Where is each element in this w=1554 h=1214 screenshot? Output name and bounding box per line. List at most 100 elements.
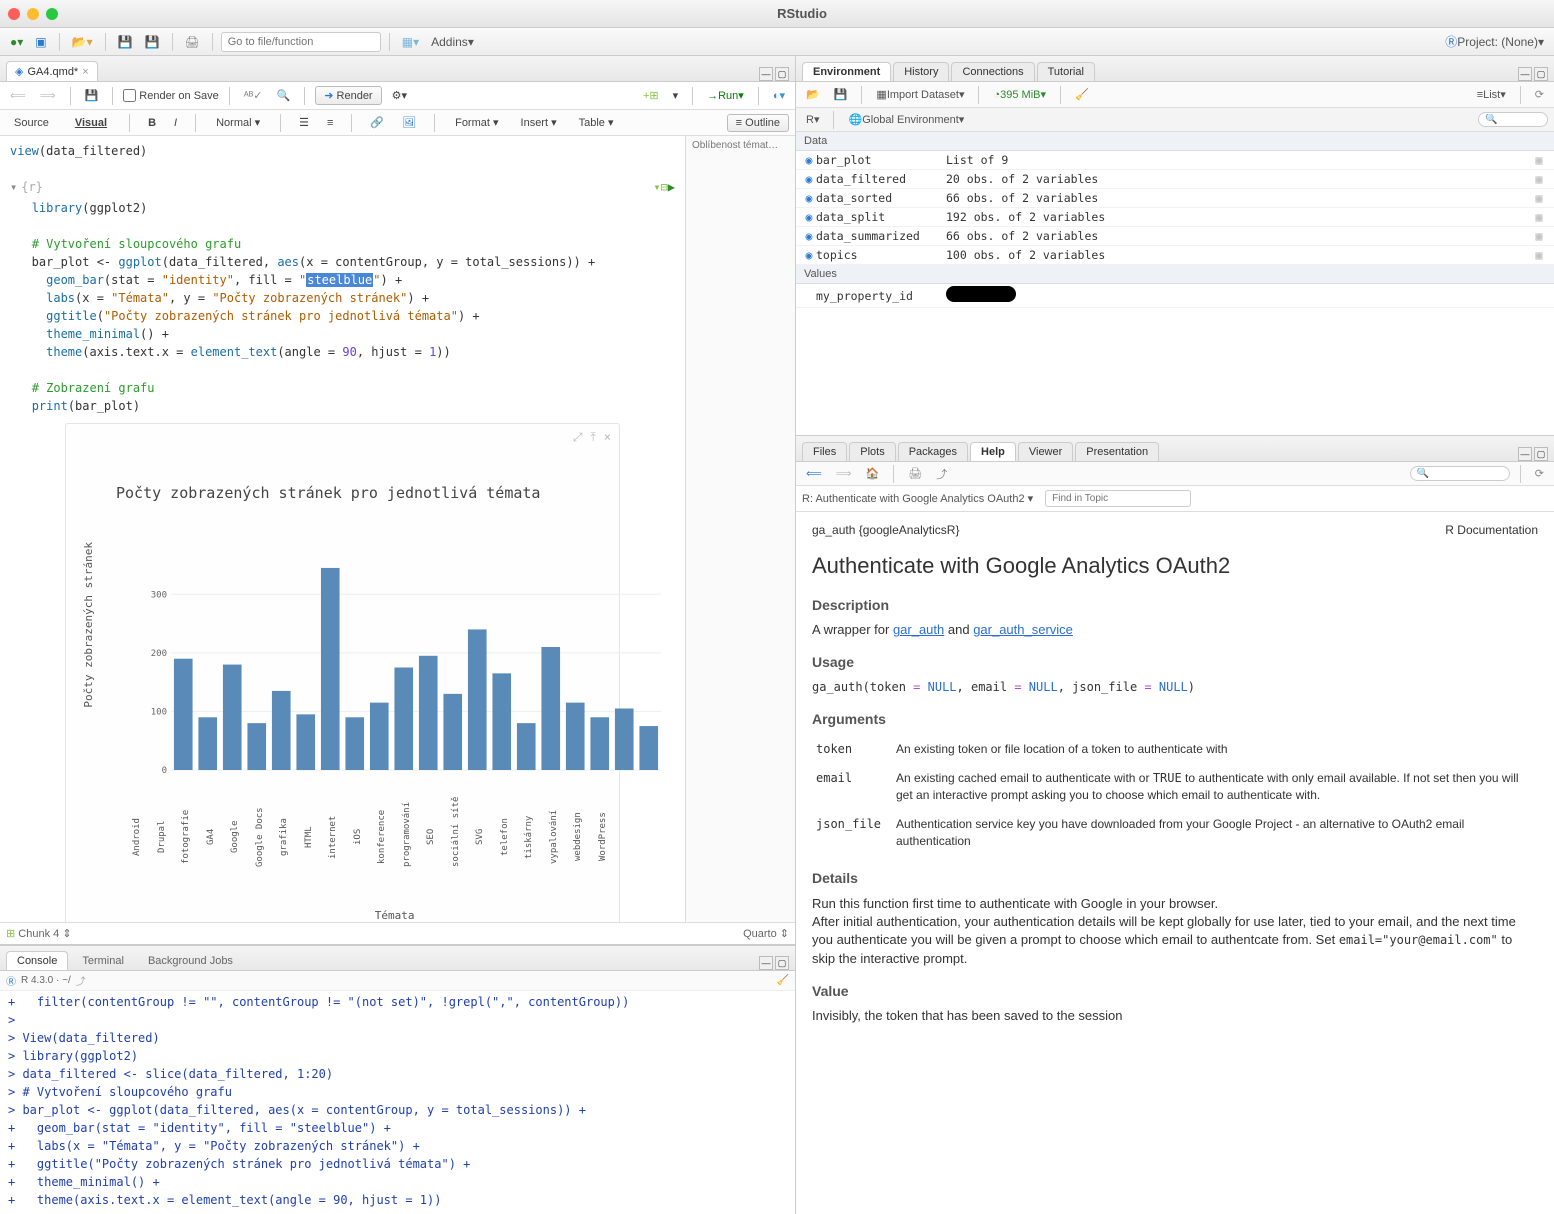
- table-menu[interactable]: Table ▾: [573, 114, 620, 131]
- grid-icon[interactable]: ▦▾: [398, 33, 423, 51]
- minimize-window-icon[interactable]: [27, 8, 39, 20]
- help-topic-dropdown[interactable]: R: Authenticate with Google Analytics OA…: [802, 492, 1033, 505]
- source-maximize-icon[interactable]: ▢: [775, 67, 789, 81]
- env-row[interactable]: ◉data_summarized66 obs. of 2 variables▦: [796, 227, 1554, 246]
- chunk-selector[interactable]: Chunk 4 ⇕: [18, 927, 71, 940]
- spellcheck-icon[interactable]: ᴬᴮ✓: [240, 87, 267, 104]
- load-ws-icon[interactable]: 📂: [802, 86, 824, 103]
- fwd-arrow-icon[interactable]: ⟹: [36, 87, 60, 104]
- tab-tutorial[interactable]: Tutorial: [1037, 62, 1095, 81]
- source-minimize-icon[interactable]: —: [759, 67, 773, 81]
- find-icon[interactable]: 🔍: [273, 87, 295, 104]
- view-table-icon[interactable]: ▦: [1530, 248, 1548, 262]
- italic-icon[interactable]: I: [170, 115, 181, 131]
- publish-icon[interactable]: ◐▾: [769, 87, 789, 104]
- console-minimize-icon[interactable]: —: [759, 956, 773, 970]
- tab-connections[interactable]: Connections: [951, 62, 1034, 81]
- close-tab-icon[interactable]: ×: [82, 66, 88, 78]
- code-editor[interactable]: view(data_filtered) ▾{r}▾⊟ ▶ library(ggp…: [0, 136, 685, 922]
- help-popout-icon[interactable]: ⤴: [932, 464, 951, 484]
- help-back-icon[interactable]: ⟸: [802, 465, 826, 482]
- plot-zoomout-icon[interactable]: ⤢: [573, 428, 583, 446]
- format-menu[interactable]: Format ▾: [449, 114, 504, 131]
- render-button[interactable]: ➜ Render: [315, 86, 381, 105]
- chunk-menu-icon[interactable]: ▾: [669, 87, 683, 104]
- help-search-input[interactable]: [1410, 466, 1510, 481]
- insert-menu[interactable]: Insert ▾: [515, 114, 563, 131]
- view-table-icon[interactable]: ▦: [1530, 153, 1548, 167]
- plot-popout-icon[interactable]: ⤒: [590, 428, 595, 446]
- chunk-add-icon[interactable]: +⊞: [639, 87, 663, 104]
- tab-presentation[interactable]: Presentation: [1075, 442, 1159, 461]
- addins-menu[interactable]: Addins ▾: [427, 33, 478, 51]
- open-file-icon[interactable]: 📂▾: [68, 33, 97, 51]
- help-fwd-icon[interactable]: ⟹: [832, 465, 856, 482]
- import-dataset-menu[interactable]: ▦ Import Dataset ▾: [872, 86, 968, 103]
- list-bullet-icon[interactable]: ☰: [295, 114, 313, 131]
- env-row[interactable]: ◉bar_plotList of 9▦: [796, 151, 1554, 170]
- run-button[interactable]: →Run ▾: [703, 87, 748, 104]
- list-view-menu[interactable]: ≡ List ▾: [1473, 86, 1510, 103]
- link-gar-auth[interactable]: gar_auth: [893, 622, 944, 637]
- tab-files[interactable]: Files: [802, 442, 847, 461]
- render-options-dropdown[interactable]: ⚙▾: [388, 87, 411, 104]
- maximize-window-icon[interactable]: [46, 8, 58, 20]
- tab-viewer[interactable]: Viewer: [1018, 442, 1073, 461]
- env-row[interactable]: my_property_id: [796, 284, 1554, 308]
- mode-source[interactable]: Source: [6, 114, 57, 132]
- tab-history[interactable]: History: [893, 62, 949, 81]
- link-icon[interactable]: 🔗: [366, 114, 388, 131]
- broom-icon[interactable]: 🧹: [1071, 86, 1093, 103]
- save-ws-icon[interactable]: 💾: [830, 86, 852, 103]
- chunk-run-above-icon[interactable]: ▾⊟: [653, 178, 667, 196]
- save-icon[interactable]: 💾: [114, 33, 137, 51]
- view-table-icon[interactable]: ▦: [1530, 191, 1548, 205]
- style-dropdown[interactable]: Normal ▾: [210, 114, 266, 131]
- scope-menu[interactable]: 🌐 Global Environment ▾: [844, 111, 968, 128]
- tab-terminal[interactable]: Terminal: [72, 952, 134, 970]
- plot-close-icon[interactable]: ×: [604, 428, 611, 446]
- goto-file-input[interactable]: [221, 32, 381, 52]
- tab-plots[interactable]: Plots: [849, 442, 895, 461]
- env-minimize-icon[interactable]: —: [1518, 67, 1532, 81]
- console-clear-icon[interactable]: 🧹: [777, 975, 789, 986]
- view-table-icon[interactable]: ▦: [1530, 210, 1548, 224]
- lang-menu[interactable]: R ▾: [802, 111, 823, 128]
- refresh-icon[interactable]: ⟳: [1531, 86, 1548, 103]
- console-output[interactable]: + filter(contentGroup != "", contentGrou…: [0, 991, 795, 1214]
- chunk-collapse-icon[interactable]: ▾: [10, 178, 17, 196]
- tab-environment[interactable]: Environment: [802, 62, 891, 81]
- help-home-icon[interactable]: 🏠: [862, 465, 884, 482]
- view-table-icon[interactable]: ▦: [1530, 172, 1548, 186]
- back-arrow-icon[interactable]: ⟸: [6, 87, 30, 104]
- help-find-input[interactable]: [1045, 490, 1191, 507]
- help-print-icon[interactable]: 🖨: [904, 465, 926, 482]
- env-maximize-icon[interactable]: ▢: [1534, 67, 1548, 81]
- save-file-icon[interactable]: 💾: [81, 87, 103, 104]
- chunk-run-icon[interactable]: ▶: [668, 178, 675, 196]
- view-table-icon[interactable]: ▦: [1530, 229, 1548, 243]
- bold-icon[interactable]: B: [144, 115, 160, 131]
- help-refresh-icon[interactable]: ⟳: [1531, 465, 1548, 482]
- env-row[interactable]: ◉topics100 obs. of 2 variables▦: [796, 246, 1554, 265]
- render-on-save-checkbox[interactable]: Render on Save: [123, 89, 219, 102]
- project-menu[interactable]: Ⓡ Project: (None) ▾: [1441, 31, 1548, 52]
- console-popout-icon[interactable]: ⤴: [76, 973, 86, 988]
- list-number-icon[interactable]: ≡: [323, 115, 337, 131]
- quarto-label[interactable]: Quarto ⇕: [743, 927, 789, 940]
- env-row[interactable]: ◉data_filtered20 obs. of 2 variables▦: [796, 170, 1554, 189]
- env-search-input[interactable]: [1478, 112, 1548, 127]
- tab-packages[interactable]: Packages: [898, 442, 968, 461]
- console-maximize-icon[interactable]: ▢: [775, 956, 789, 970]
- tab-help[interactable]: Help: [970, 442, 1016, 461]
- new-file-icon[interactable]: ●▾: [6, 33, 27, 51]
- file-tab[interactable]: ◈ GA4.qmd* ×: [6, 61, 98, 81]
- image-icon[interactable]: 🖼: [398, 114, 420, 131]
- tab-bgjobs[interactable]: Background Jobs: [138, 952, 243, 970]
- close-window-icon[interactable]: [8, 8, 20, 20]
- print-icon[interactable]: 🖨: [181, 33, 204, 51]
- outline-toggle[interactable]: ≡ Outline: [727, 114, 789, 132]
- tab-console[interactable]: Console: [6, 951, 68, 970]
- env-row[interactable]: ◉data_sorted66 obs. of 2 variables▦: [796, 189, 1554, 208]
- help-minimize-icon[interactable]: —: [1518, 447, 1532, 461]
